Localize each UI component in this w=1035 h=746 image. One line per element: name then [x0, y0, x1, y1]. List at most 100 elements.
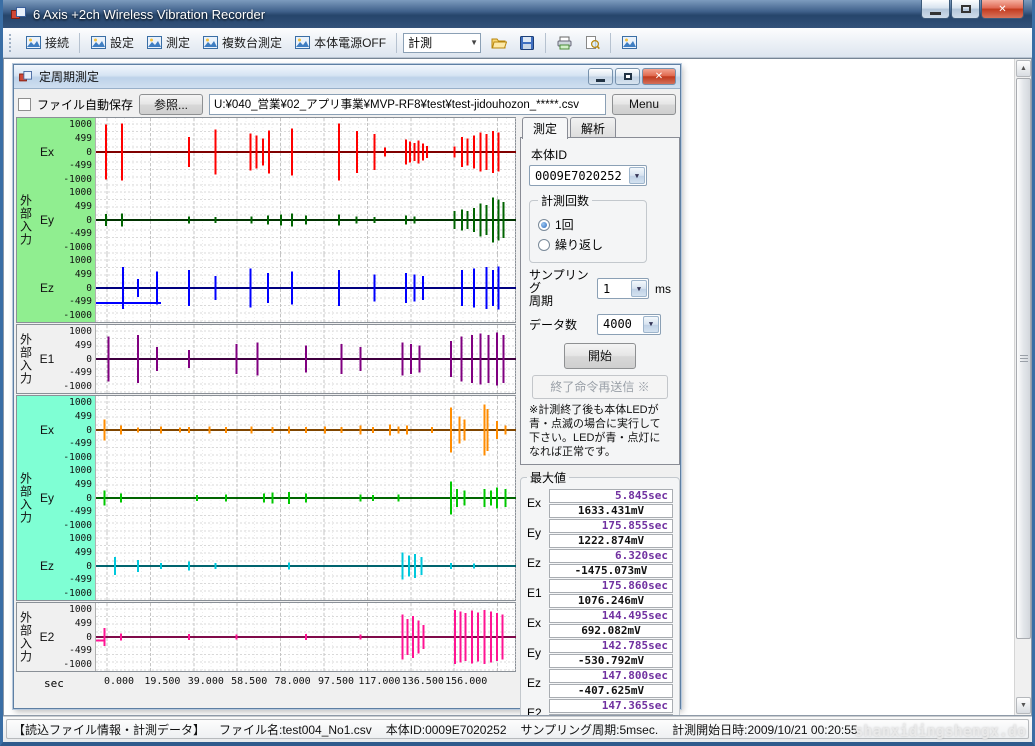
- toolbar-button-1[interactable]: 接続: [19, 30, 75, 55]
- toolbar-button-5[interactable]: 本体電源OFF: [288, 30, 392, 55]
- plot-area: [95, 254, 515, 322]
- save-file-button[interactable]: [513, 31, 541, 55]
- max-amplitude-field[interactable]: -530.792mV: [549, 654, 673, 668]
- max-time-field[interactable]: 144.495sec: [549, 609, 673, 623]
- y-axis-ticks: 10004990-499-1000: [59, 396, 95, 464]
- print-preview-button[interactable]: [578, 31, 606, 55]
- capture-button[interactable]: [615, 31, 643, 55]
- max-time-field[interactable]: 6.320sec: [549, 549, 673, 563]
- waveform-plot-Ez: [96, 254, 516, 322]
- sampling-label: サンプリング 周期: [529, 269, 591, 309]
- max-amplitude-field[interactable]: -1475.073mV: [549, 564, 673, 578]
- status-segment: 【読込ファイル情報・計測データ】: [13, 721, 205, 738]
- sampling-value: 1: [603, 282, 610, 296]
- print-icon: [556, 35, 572, 51]
- measure-tabpage: 本体ID 0009E7020252 ▼ 計測回数 1回: [520, 137, 680, 465]
- waveform-plot-Ex: [96, 118, 516, 186]
- group-label: 外部入力: [17, 118, 35, 322]
- max-channel-label: Ex: [527, 496, 549, 510]
- max-amplitude-field[interactable]: 692.082mV: [549, 624, 673, 638]
- chart-group-3: 外部入力Ex10004990-499-1000Ey10004990-499-10…: [16, 395, 516, 601]
- max-value-row-7: Ez147.800sec-407.625mV: [527, 669, 673, 698]
- scrollbar-grip-icon: [1020, 355, 1028, 362]
- resend-stop-button[interactable]: 終了命令再送信 ※: [532, 375, 668, 399]
- channel-name: Ez: [35, 254, 59, 322]
- minimize-button[interactable]: [921, 0, 950, 19]
- menu-button[interactable]: Menu: [612, 94, 676, 115]
- max-channel-label: Ez: [527, 556, 549, 570]
- max-channel-label: Ex: [527, 616, 549, 630]
- print-button[interactable]: [550, 31, 578, 55]
- x-axis-ticks: 0.00019.50039.00058.50078.00097.500117.0…: [96, 673, 516, 693]
- toolbar-button-2[interactable]: 設定: [84, 30, 140, 55]
- max-amplitude-field[interactable]: 1633.431mV: [549, 504, 673, 518]
- autosave-checkbox[interactable]: [18, 98, 31, 111]
- browse-button[interactable]: 参照...: [139, 94, 203, 115]
- group-label: 外部入力: [17, 325, 35, 393]
- max-amplitude-field[interactable]: 1123.167mV: [549, 714, 673, 716]
- child-restore-button[interactable]: [615, 68, 640, 85]
- radio-once-row[interactable]: 1回: [538, 216, 638, 233]
- print-preview-icon: [584, 35, 600, 51]
- toolbar-button-label: 測定: [166, 34, 190, 51]
- tab-measure[interactable]: 測定: [522, 117, 568, 139]
- open-file-button[interactable]: [485, 31, 513, 55]
- max-value-row-6: Ey142.785sec-530.792mV: [527, 639, 673, 668]
- picture-icon: [202, 35, 218, 51]
- main-toolbar: 接続設定 測定複数台測定本体電源OFF 計測 ▼: [3, 28, 1032, 58]
- mode-combobox[interactable]: 計測 ▼: [403, 33, 481, 53]
- child-minimize-button[interactable]: [588, 68, 613, 85]
- channel-row-Ez: Ez10004990-499-1000: [35, 254, 515, 322]
- max-channel-label: E1: [527, 586, 549, 600]
- scrollbar-thumb[interactable]: [1016, 78, 1031, 639]
- minimize-icon: [596, 79, 605, 82]
- chevron-down-icon: ▼: [470, 38, 478, 47]
- waveform-plot-Ez: [96, 532, 516, 600]
- max-time-field[interactable]: 142.785sec: [549, 639, 673, 653]
- max-time-field[interactable]: 175.860sec: [549, 579, 673, 593]
- right-panel: 測定 解析 本体ID 0009E7020252 ▼ 計測回数: [520, 117, 682, 716]
- max-value-row-4: E1175.860sec1076.246mV: [527, 579, 673, 608]
- max-time-field[interactable]: 175.855sec: [549, 519, 673, 533]
- max-amplitude-field[interactable]: 1076.246mV: [549, 594, 673, 608]
- picture-icon: [146, 35, 162, 51]
- tabstrip: 測定 解析: [520, 117, 680, 138]
- max-time-field[interactable]: 147.365sec: [549, 699, 673, 713]
- vertical-scrollbar[interactable]: ▲ ▼: [1014, 59, 1031, 715]
- plot-area: [95, 396, 515, 464]
- radio-once[interactable]: [538, 219, 550, 231]
- minimize-icon: [930, 12, 941, 15]
- device-id-combobox[interactable]: 0009E7020252 ▼: [529, 165, 647, 186]
- tab-analyze[interactable]: 解析: [570, 117, 616, 138]
- waveform-plot-Ey: [96, 186, 516, 254]
- status-segment: 本体ID:0009E7020252: [386, 721, 507, 738]
- channel-name: Ey: [35, 464, 59, 532]
- scroll-up-button[interactable]: ▲: [1016, 60, 1031, 77]
- max-amplitude-field[interactable]: 1222.874mV: [549, 534, 673, 548]
- file-path-input[interactable]: [209, 94, 606, 115]
- radio-repeat[interactable]: [538, 239, 550, 251]
- channel-row-Ey: Ey10004990-499-1000: [35, 464, 515, 532]
- toolbar-button-4[interactable]: 複数台測定: [196, 30, 288, 55]
- plot-area: [95, 464, 515, 532]
- child-window-title: 定周期測定: [39, 68, 99, 85]
- max-time-field[interactable]: 5.845sec: [549, 489, 673, 503]
- scroll-down-button[interactable]: ▼: [1016, 697, 1031, 714]
- child-close-button[interactable]: ✕: [642, 68, 676, 85]
- maximize-button[interactable]: [951, 0, 980, 19]
- y-axis-ticks: 10004990-499-1000: [59, 464, 95, 532]
- data-count-combobox[interactable]: 4000 ▼: [597, 314, 661, 335]
- sampling-combobox[interactable]: 1 ▼: [597, 278, 649, 299]
- max-amplitude-field[interactable]: -407.625mV: [549, 684, 673, 698]
- chevron-down-icon: ▼: [629, 167, 645, 184]
- toolbar-button-3[interactable]: 測定: [140, 30, 196, 55]
- start-button[interactable]: 開始: [564, 343, 636, 369]
- radio-repeat-row[interactable]: 繰り返し: [538, 236, 638, 253]
- close-button[interactable]: ✕: [981, 0, 1024, 19]
- plot-area: [95, 186, 515, 254]
- data-count-value: 4000: [603, 317, 632, 331]
- waveform-plot-Ey: [96, 464, 516, 532]
- chart-group-4: 外部入力E210004990-499-1000: [16, 602, 516, 672]
- max-time-field[interactable]: 147.800sec: [549, 669, 673, 683]
- led-note: ※計測終了後も本体LEDが青・点滅の場合に実行して下さい。LEDが青・点灯になれ…: [529, 403, 671, 460]
